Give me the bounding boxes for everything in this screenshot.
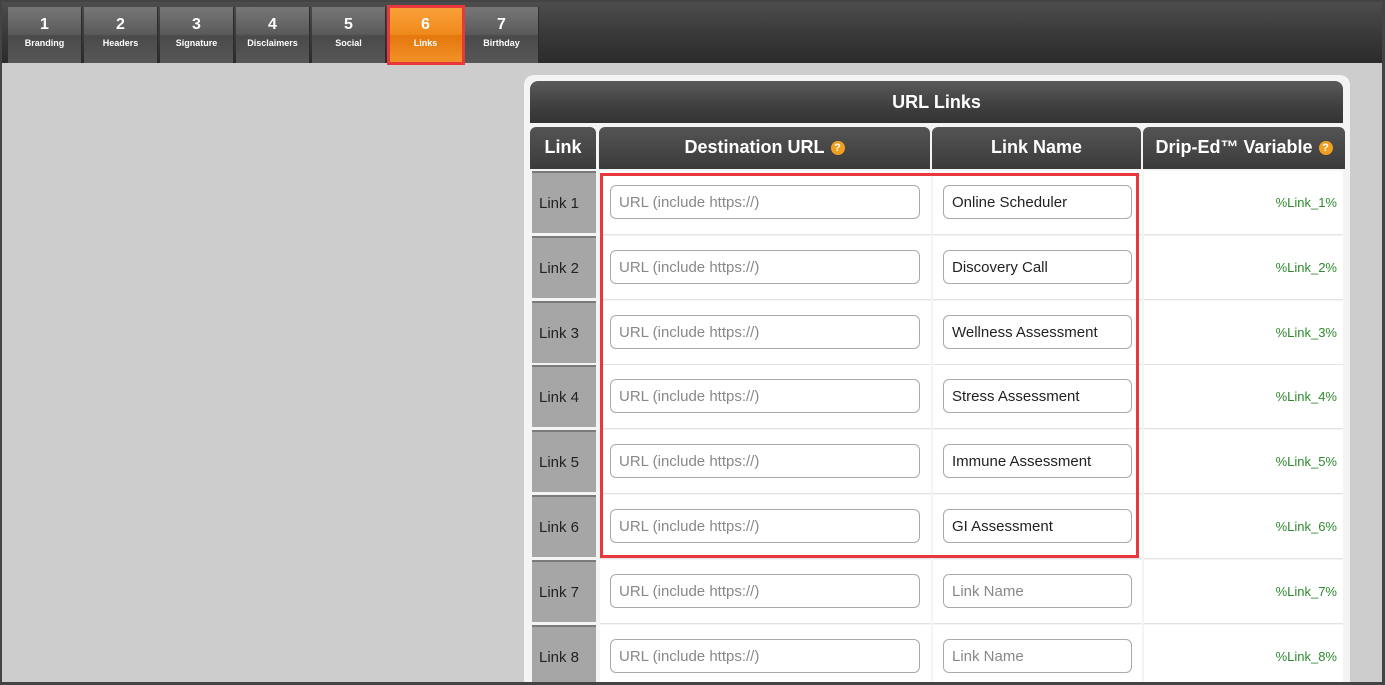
url-cell [600,365,931,429]
destination-url-input[interactable] [610,444,920,478]
drip-ed-variable: %Link_3% [1275,325,1337,340]
url-cell [600,495,931,559]
tab-label: Birthday [483,38,520,48]
row-label: Link 5 [532,430,596,492]
column-header-destination-url: Destination URL? [599,127,930,169]
url-cell [600,171,931,235]
variable-cell: %Link_8% [1144,625,1343,682]
tab-label: Links [413,38,438,48]
name-cell [933,171,1142,235]
name-cell [933,365,1142,429]
help-icon[interactable]: ? [830,141,845,156]
destination-url-input[interactable] [610,574,920,608]
url-cell [600,625,931,682]
row-label: Link 3 [532,301,596,363]
column-header-link-name: Link Name [932,127,1141,169]
tab-number: 5 [344,16,353,33]
link-name-input[interactable] [943,379,1132,413]
drip-ed-variable: %Link_7% [1275,584,1337,599]
destination-url-input[interactable] [610,379,920,413]
tab-number: 3 [192,16,201,33]
link-name-input[interactable] [943,444,1132,478]
name-cell [933,430,1142,494]
table-row: Link 3 %Link_3% [530,301,1343,365]
tab-label: Signature [175,38,218,48]
link-name-input[interactable] [943,574,1132,608]
column-header-link: Link [530,127,596,169]
link-name-input[interactable] [943,250,1132,284]
link-name-input[interactable] [943,639,1132,673]
tab-label: Social [335,38,362,48]
drip-ed-variable: %Link_4% [1275,389,1337,404]
column-header-drip-ed-variable: Drip-Ed™ Variable? [1143,127,1345,169]
destination-url-input[interactable] [610,250,920,284]
table-row: Link 1 %Link_1% [530,171,1343,235]
name-cell [933,625,1142,682]
tab-label: Branding [24,38,65,48]
drip-ed-variable: %Link_2% [1275,260,1337,275]
destination-url-input[interactable] [610,315,920,349]
destination-url-input[interactable] [610,509,920,543]
drip-ed-variable: %Link_5% [1275,454,1337,469]
name-cell [933,495,1142,559]
tab-birthday[interactable]: 7 Birthday [465,7,539,63]
table-row: Link 7 %Link_7% [530,560,1343,624]
link-name-input[interactable] [943,315,1132,349]
help-icon[interactable]: ? [1318,141,1333,156]
tab-social[interactable]: 5 Social [312,7,386,63]
tab-headers[interactable]: 2 Headers [84,7,158,63]
drip-ed-variable: %Link_8% [1275,649,1337,664]
column-header-label: Destination URL [684,137,825,157]
destination-url-input[interactable] [610,639,920,673]
row-label: Link 2 [532,236,596,298]
table-row: Link 6 %Link_6% [530,495,1343,559]
row-label: Link 1 [532,171,596,233]
row-label: Link 8 [532,625,596,682]
table-row: Link 8 %Link_8% [530,625,1343,682]
variable-cell: %Link_2% [1144,236,1343,300]
url-links-panel: URL Links Link Destination URL? Link Nam… [524,75,1350,682]
column-header-label: Drip-Ed™ Variable [1155,137,1313,157]
app-frame: 1 Branding 2 Headers 3 Signature 4 Discl… [2,2,1382,682]
tab-disclaimers[interactable]: 4 Disclaimers [236,7,310,63]
name-cell [933,236,1142,300]
url-cell [600,301,931,365]
url-cell [600,236,931,300]
variable-cell: %Link_3% [1144,301,1343,365]
panel-title: URL Links [530,81,1343,123]
drip-ed-variable: %Link_1% [1275,195,1337,210]
variable-cell: %Link_5% [1144,430,1343,494]
table-row: Link 4 %Link_4% [530,365,1343,429]
step-tab-bar: 1 Branding 2 Headers 3 Signature 4 Discl… [2,2,1382,65]
table-row: Link 5 %Link_5% [530,430,1343,494]
row-label: Link 7 [532,560,596,622]
variable-cell: %Link_7% [1144,560,1343,624]
name-cell [933,301,1142,365]
row-label: Link 6 [532,495,596,557]
variable-cell: %Link_4% [1144,365,1343,429]
variable-cell: %Link_1% [1144,171,1343,235]
url-cell [600,560,931,624]
link-name-input[interactable] [943,509,1132,543]
table-row: Link 2 %Link_2% [530,236,1343,300]
tab-number: 6 [421,16,430,33]
drip-ed-variable: %Link_6% [1275,519,1337,534]
link-name-input[interactable] [943,185,1132,219]
tab-branding[interactable]: 1 Branding [8,7,82,63]
tab-label: Headers [102,38,139,48]
destination-url-input[interactable] [610,185,920,219]
url-cell [600,430,931,494]
tab-links[interactable]: 6 Links [387,5,465,65]
name-cell [933,560,1142,624]
tab-signature[interactable]: 3 Signature [160,7,234,63]
column-header-label: Link [544,137,582,157]
tab-label: Disclaimers [247,38,298,48]
column-header-label: Link Name [990,137,1083,157]
tab-number: 2 [116,16,125,33]
tab-number: 7 [497,16,506,33]
tab-number: 4 [268,16,277,33]
tab-number: 1 [40,16,49,33]
variable-cell: %Link_6% [1144,495,1343,559]
row-label: Link 4 [532,365,596,427]
